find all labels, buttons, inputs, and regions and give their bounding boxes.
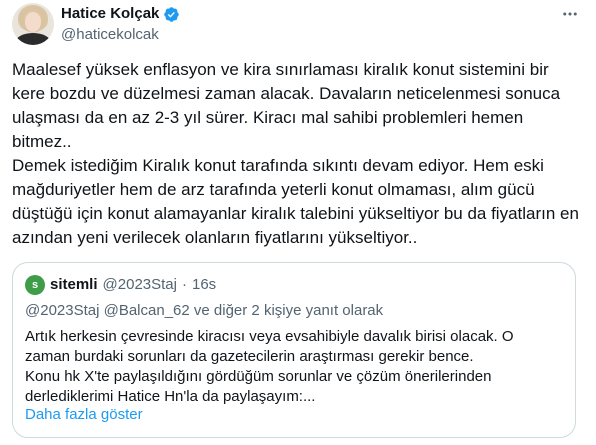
quote-text-line: derlediklerimi Hatice Hn'la da paylaşayı… (25, 388, 316, 405)
author-avatar[interactable] (12, 3, 54, 45)
quote-reply-context: @2023Staj @Balcan_62 ve diğer 2 kişiye y… (25, 302, 384, 319)
author-handle[interactable]: @haticekolcak (61, 25, 159, 45)
quote-avatar[interactable]: s (25, 275, 45, 295)
more-horizontal-icon[interactable] (560, 4, 580, 24)
quote-timestamp[interactable]: 16s (192, 275, 216, 295)
verified-badge-icon (164, 6, 180, 22)
tweet-paragraph: Demek istediğim Kiralık konut tarafında … (12, 156, 579, 247)
quote-text-line: Konu hk X'te paylaşıldığını gördüğüm sor… (25, 368, 492, 385)
avatar-face (25, 12, 41, 32)
quote-text: Artık herkesin çevresinde kiracısı veya … (25, 327, 555, 407)
more-dots-icon (563, 12, 577, 16)
tweet-paragraph: Maalesef yüksek enflasyon ve kira sınırl… (12, 60, 561, 151)
quote-separator: · (181, 276, 187, 293)
author-name-row: Hatice Kolçak (61, 4, 180, 24)
quote-author-name[interactable]: sitemli (50, 275, 98, 295)
quoted-tweet[interactable]: s sitemli @2023Staj · 16s @2023Staj @Bal… (12, 262, 576, 438)
tweet-text: Maalesef yüksek enflasyon ve kira sınırl… (12, 58, 586, 250)
quote-author-handle[interactable]: @2023Staj (103, 275, 177, 295)
show-more-link[interactable]: Daha fazla göster (25, 405, 143, 425)
tweet: Hatice Kolçak @haticekolcak Maalesef yük… (0, 0, 596, 445)
quote-text-line: Artık herkesin çevresinde kiracısı veya … (25, 328, 514, 345)
avatar-body (15, 33, 51, 45)
author-display-name[interactable]: Hatice Kolçak (61, 4, 159, 24)
quote-header: s sitemli @2023Staj · 16s (25, 275, 216, 295)
quote-text-line: zaman burdaki sorunları da gazetecilerin… (25, 348, 474, 365)
